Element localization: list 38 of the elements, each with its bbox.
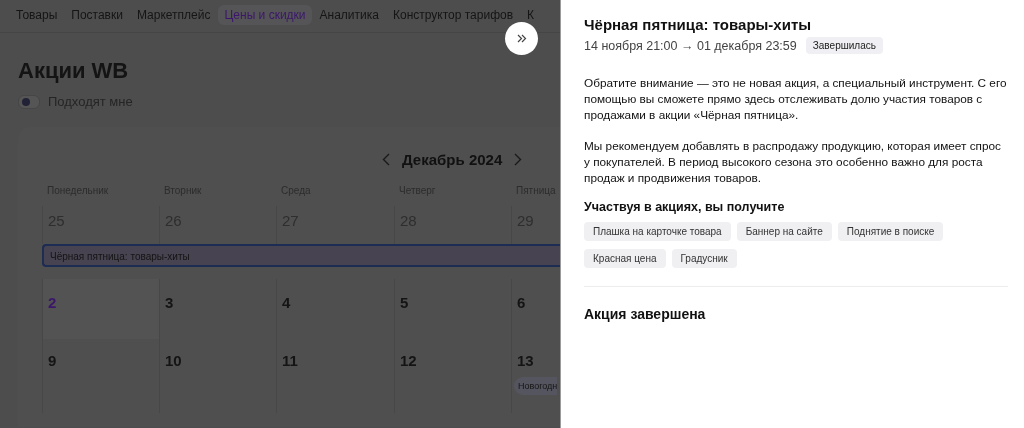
nav-tab[interactable]: Аналитика (313, 5, 385, 25)
benefit-tag: Градусник (671, 249, 737, 268)
day-number[interactable]: 3 (165, 294, 271, 311)
description-paragraph: Мы рекомендуем добавлять в распродажу продукцию, которая имеет спрос у покупателей. В период высокого сезона это особенно важно для роста продаж и продвижения товаров. (584, 138, 1002, 186)
nav-tab[interactable]: Товары (10, 5, 64, 25)
double-chevron-icon (516, 34, 527, 43)
promo-period: 14 ноября 21:00 → 01 декабря 23:59 (584, 38, 797, 53)
month-title: Декабрь 2024 (402, 150, 503, 168)
day-number[interactable]: 12 (400, 352, 506, 369)
nav-tab[interactable]: К (521, 5, 541, 25)
nav-tab[interactable]: Цены и скидки (218, 5, 312, 25)
benefit-tag: Поднятие в поиске (837, 222, 944, 241)
benefit-tag: Плашка на карточке товара (584, 222, 731, 241)
nav-tab[interactable]: Конструктор тарифов (386, 5, 520, 25)
day-number: 2 (48, 294, 58, 311)
status-badge: Завершилась (805, 37, 883, 54)
day-number[interactable]: 9 (48, 352, 154, 369)
status-heading: Акция завершена (584, 306, 707, 322)
toggle-switch[interactable] (18, 94, 40, 109)
nav-tab[interactable]: Маркетплейс (130, 5, 217, 25)
chevron-right-icon[interactable] (514, 152, 523, 166)
day-number[interactable]: 13 (517, 352, 556, 369)
description-paragraph: Обратите внимание — это не новая акция, а специальный инструмент. С его помощью вы сможете прямо здесь отслеживать долю участия товаров с продажами в акции «Чёрная пятница». (584, 75, 1008, 123)
chevron-left-icon[interactable] (382, 152, 390, 166)
nav-tab[interactable]: Поставки (65, 5, 129, 25)
event-bar[interactable]: Чёрная пятница: товары-хиты (42, 244, 560, 267)
day-number[interactable]: 5 (400, 294, 506, 311)
day-number[interactable]: 4 (282, 294, 389, 311)
event-chip[interactable]: Новогодн (514, 377, 558, 395)
page-title: Акции WB (18, 58, 130, 84)
benefit-tag: Баннер на сайте (736, 222, 832, 241)
panel-title: Чёрная пятница: товары-хиты (584, 15, 813, 35)
day-number[interactable]: 6 (517, 294, 556, 311)
benefits-heading: Участвуя в акциях, вы получите (584, 200, 786, 214)
day-number[interactable]: 10 (165, 352, 271, 369)
today-cell[interactable]: 2 (42, 279, 159, 339)
benefit-tag: Красная цена (584, 249, 666, 268)
day-number[interactable]: 11 (282, 352, 389, 369)
